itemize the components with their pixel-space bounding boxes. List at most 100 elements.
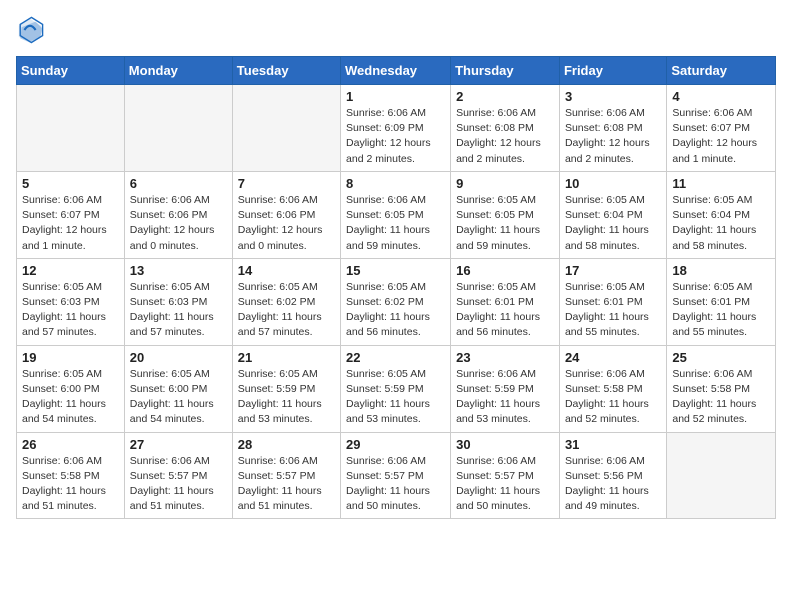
weekday-header-sunday: Sunday [17, 57, 125, 85]
day-info: Sunrise: 6:05 AM Sunset: 6:04 PM Dayligh… [672, 193, 770, 254]
calendar-cell: 21 Sunrise: 6:05 AM Sunset: 5:59 PM Dayli… [232, 345, 340, 432]
day-number: 24 [565, 350, 661, 365]
day-info: Sunrise: 6:06 AM Sunset: 5:57 PM Dayligh… [238, 454, 335, 515]
calendar-cell [17, 85, 125, 172]
calendar-cell: 20 Sunrise: 6:05 AM Sunset: 6:00 PM Dayli… [124, 345, 232, 432]
day-number: 30 [456, 437, 554, 452]
day-info: Sunrise: 6:06 AM Sunset: 6:09 PM Dayligh… [346, 106, 445, 167]
day-number: 22 [346, 350, 445, 365]
day-info: Sunrise: 6:06 AM Sunset: 6:06 PM Dayligh… [130, 193, 227, 254]
weekday-header-saturday: Saturday [667, 57, 776, 85]
calendar-cell [667, 432, 776, 519]
calendar-cell: 3Sunrise: 6:06 AM Sunset: 6:08 PM Daylig… [559, 85, 666, 172]
day-number: 7 [238, 176, 335, 191]
calendar-cell: 9 Sunrise: 6:05 AM Sunset: 6:05 PM Daylig… [451, 171, 560, 258]
day-number: 31 [565, 437, 661, 452]
day-number: 2 [456, 89, 554, 104]
day-number: 9 [456, 176, 554, 191]
page-header [16, 16, 776, 44]
day-number: 12 [22, 263, 119, 278]
calendar-cell: 27 Sunrise: 6:06 AM Sunset: 5:57 PM Dayli… [124, 432, 232, 519]
calendar-cell: 23 Sunrise: 6:06 AM Sunset: 5:59 PM Dayli… [451, 345, 560, 432]
calendar-cell: 30 Sunrise: 6:06 AM Sunset: 5:57 PM Dayli… [451, 432, 560, 519]
day-info: Sunrise: 6:05 AM Sunset: 6:00 PM Dayligh… [22, 367, 119, 428]
calendar-cell: 5 Sunrise: 6:06 AM Sunset: 6:07 PM Daylig… [17, 171, 125, 258]
calendar-cell: 15 Sunrise: 6:05 AM Sunset: 6:02 PM Dayli… [341, 258, 451, 345]
day-number: 4 [672, 89, 770, 104]
calendar-cell: 10 Sunrise: 6:05 AM Sunset: 6:04 PM Dayli… [559, 171, 666, 258]
day-number: 1 [346, 89, 445, 104]
calendar-cell: 16Sunrise: 6:05 AM Sunset: 6:01 PM Dayli… [451, 258, 560, 345]
calendar-cell: 29Sunrise: 6:06 AM Sunset: 5:57 PM Dayli… [341, 432, 451, 519]
day-info: Sunrise: 6:05 AM Sunset: 6:02 PM Dayligh… [346, 280, 445, 341]
calendar-table: SundayMondayTuesdayWednesdayThursdayFrid… [16, 56, 776, 519]
day-number: 26 [22, 437, 119, 452]
calendar-cell: 4 Sunrise: 6:06 AM Sunset: 6:07 PM Daylig… [667, 85, 776, 172]
logo-icon [16, 16, 44, 44]
day-info: Sunrise: 6:06 AM Sunset: 5:59 PM Dayligh… [456, 367, 554, 428]
calendar-cell: 14 Sunrise: 6:05 AM Sunset: 6:02 PM Dayli… [232, 258, 340, 345]
day-info: Sunrise: 6:05 AM Sunset: 6:03 PM Dayligh… [22, 280, 119, 341]
day-info: Sunrise: 6:06 AM Sunset: 6:05 PM Dayligh… [346, 193, 445, 254]
calendar-cell: 22 Sunrise: 6:05 AM Sunset: 5:59 PM Dayli… [341, 345, 451, 432]
day-info: Sunrise: 6:06 AM Sunset: 5:58 PM Dayligh… [672, 367, 770, 428]
day-number: 14 [238, 263, 335, 278]
day-info: Sunrise: 6:05 AM Sunset: 6:05 PM Dayligh… [456, 193, 554, 254]
calendar-cell: 1 Sunrise: 6:06 AM Sunset: 6:09 PM Daylig… [341, 85, 451, 172]
calendar-week-4: 19 Sunrise: 6:05 AM Sunset: 6:00 PM Dayli… [17, 345, 776, 432]
calendar-cell: 8 Sunrise: 6:06 AM Sunset: 6:05 PM Daylig… [341, 171, 451, 258]
weekday-header-tuesday: Tuesday [232, 57, 340, 85]
calendar-cell: 19 Sunrise: 6:05 AM Sunset: 6:00 PM Dayli… [17, 345, 125, 432]
day-number: 21 [238, 350, 335, 365]
calendar-week-3: 12 Sunrise: 6:05 AM Sunset: 6:03 PM Dayli… [17, 258, 776, 345]
day-number: 10 [565, 176, 661, 191]
day-info: Sunrise: 6:05 AM Sunset: 5:59 PM Dayligh… [346, 367, 445, 428]
calendar-cell [124, 85, 232, 172]
calendar-week-1: 1 Sunrise: 6:06 AM Sunset: 6:09 PM Daylig… [17, 85, 776, 172]
day-number: 28 [238, 437, 335, 452]
day-info: Sunrise: 6:06 AM Sunset: 5:56 PM Dayligh… [565, 454, 661, 515]
calendar-cell: 2 Sunrise: 6:06 AM Sunset: 6:08 PM Daylig… [451, 85, 560, 172]
day-number: 16 [456, 263, 554, 278]
day-info: Sunrise: 6:06 AM Sunset: 5:57 PM Dayligh… [456, 454, 554, 515]
day-number: 27 [130, 437, 227, 452]
day-number: 17 [565, 263, 661, 278]
day-number: 8 [346, 176, 445, 191]
day-info: Sunrise: 6:06 AM Sunset: 5:57 PM Dayligh… [130, 454, 227, 515]
day-number: 25 [672, 350, 770, 365]
day-number: 15 [346, 263, 445, 278]
calendar-cell: 6 Sunrise: 6:06 AM Sunset: 6:06 PM Daylig… [124, 171, 232, 258]
calendar-week-2: 5 Sunrise: 6:06 AM Sunset: 6:07 PM Daylig… [17, 171, 776, 258]
day-number: 23 [456, 350, 554, 365]
weekday-header-friday: Friday [559, 57, 666, 85]
calendar-cell: 28 Sunrise: 6:06 AM Sunset: 5:57 PM Dayli… [232, 432, 340, 519]
weekday-header-thursday: Thursday [451, 57, 560, 85]
day-info: Sunrise: 6:05 AM Sunset: 6:00 PM Dayligh… [130, 367, 227, 428]
calendar-week-5: 26 Sunrise: 6:06 AM Sunset: 5:58 PM Dayli… [17, 432, 776, 519]
calendar-cell: 12 Sunrise: 6:05 AM Sunset: 6:03 PM Dayli… [17, 258, 125, 345]
day-info: Sunrise: 6:06 AM Sunset: 6:06 PM Dayligh… [238, 193, 335, 254]
calendar-cell: 31 Sunrise: 6:06 AM Sunset: 5:56 PM Dayli… [559, 432, 666, 519]
day-info: Sunrise: 6:06 AM Sunset: 5:58 PM Dayligh… [565, 367, 661, 428]
day-info: Sunrise: 6:05 AM Sunset: 5:59 PM Dayligh… [238, 367, 335, 428]
day-number: 19 [22, 350, 119, 365]
day-info: Sunrise: 6:05 AM Sunset: 6:02 PM Dayligh… [238, 280, 335, 341]
day-info: Sunrise: 6:05 AM Sunset: 6:03 PM Dayligh… [130, 280, 227, 341]
day-info: Sunrise: 6:05 AM Sunset: 6:01 PM Dayligh… [565, 280, 661, 341]
day-info: Sunrise: 6:05 AM Sunset: 6:04 PM Dayligh… [565, 193, 661, 254]
weekday-header-row: SundayMondayTuesdayWednesdayThursdayFrid… [17, 57, 776, 85]
day-number: 6 [130, 176, 227, 191]
day-info: Sunrise: 6:06 AM Sunset: 6:08 PM Dayligh… [456, 106, 554, 167]
calendar-cell: 25 Sunrise: 6:06 AM Sunset: 5:58 PM Dayli… [667, 345, 776, 432]
day-info: Sunrise: 6:06 AM Sunset: 6:08 PM Dayligh… [565, 106, 661, 167]
calendar-cell: 24 Sunrise: 6:06 AM Sunset: 5:58 PM Dayli… [559, 345, 666, 432]
day-number: 5 [22, 176, 119, 191]
day-info: Sunrise: 6:05 AM Sunset: 6:01 PM Dayligh… [672, 280, 770, 341]
calendar-cell: 7 Sunrise: 6:06 AM Sunset: 6:06 PM Daylig… [232, 171, 340, 258]
day-info: Sunrise: 6:06 AM Sunset: 5:58 PM Dayligh… [22, 454, 119, 515]
day-info: Sunrise: 6:06 AM Sunset: 6:07 PM Dayligh… [22, 193, 119, 254]
day-number: 20 [130, 350, 227, 365]
day-info: Sunrise: 6:06 AM Sunset: 5:57 PM Dayligh… [346, 454, 445, 515]
day-number: 18 [672, 263, 770, 278]
day-info: Sunrise: 6:06 AM Sunset: 6:07 PM Dayligh… [672, 106, 770, 167]
